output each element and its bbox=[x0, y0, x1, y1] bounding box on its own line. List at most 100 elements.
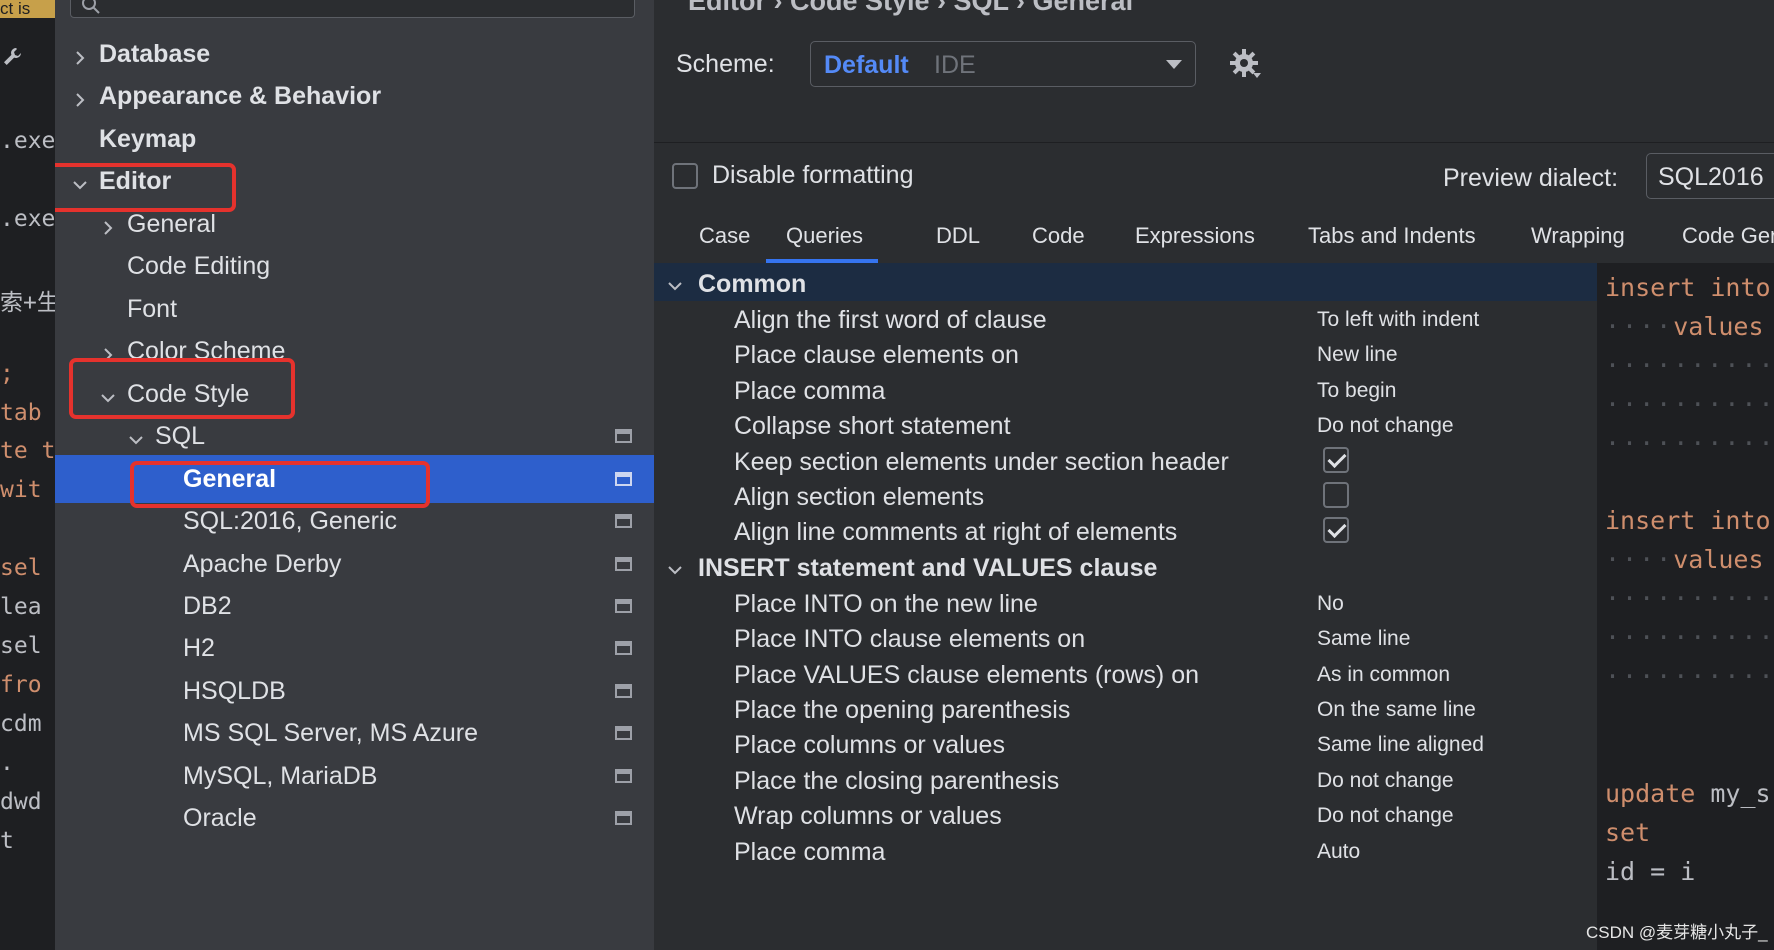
scheme-page-icon bbox=[615, 429, 632, 443]
editor-gutter-strip: ct is .exe .exe 索+生; tab te t wit sel lea s… bbox=[0, 0, 55, 950]
tree-item-general[interactable]: General bbox=[55, 455, 654, 503]
disable-formatting-label: Disable formatting bbox=[712, 161, 914, 189]
preview-code-line: update my_s bbox=[1605, 779, 1771, 808]
tree-item-label: Appearance & Behavior bbox=[99, 81, 382, 110]
indent-whitespace: ·········· bbox=[1605, 429, 1774, 458]
option-row: Place comma To begin bbox=[654, 370, 1597, 410]
tree-item-keymap[interactable]: Keymap bbox=[55, 115, 654, 163]
tab-queries[interactable]: Queries bbox=[786, 223, 863, 249]
scheme-page-icon bbox=[615, 557, 632, 571]
tree-item-general[interactable]: General bbox=[55, 200, 654, 248]
option-row: Place INTO clause elements on Same line bbox=[654, 618, 1597, 658]
option-value-dropdown[interactable]: Do not change bbox=[1317, 414, 1454, 438]
editor-code-fragment: lea bbox=[0, 594, 42, 620]
section-title: Common bbox=[698, 270, 807, 298]
scheme-dropdown[interactable]: Default IDE bbox=[810, 41, 1196, 87]
section-title: INSERT statement and VALUES clause bbox=[698, 553, 1158, 582]
tab-tabs-and-indents[interactable]: Tabs and Indents bbox=[1308, 223, 1476, 249]
disable-formatting-option[interactable]: Disable formatting bbox=[672, 161, 913, 190]
preview-code-line: ··········( bbox=[1605, 390, 1774, 419]
option-value-dropdown[interactable]: New line bbox=[1317, 343, 1398, 367]
section-header[interactable]: INSERT statement and VALUES clause bbox=[654, 547, 1597, 585]
option-name: Place comma bbox=[734, 837, 886, 866]
option-value-dropdown[interactable]: Same line aligned bbox=[1317, 733, 1484, 757]
tab-expressions[interactable]: Expressions bbox=[1135, 223, 1255, 249]
tree-item-color-scheme[interactable]: Color Scheme bbox=[55, 327, 654, 375]
chevron-right-icon[interactable] bbox=[71, 91, 89, 109]
option-checkbox[interactable] bbox=[1323, 446, 1349, 473]
scheme-scope: IDE bbox=[934, 51, 976, 79]
scheme-page-icon bbox=[615, 599, 632, 613]
option-name: Wrap columns or values bbox=[734, 802, 1002, 831]
option-value-dropdown[interactable]: As in common bbox=[1317, 663, 1450, 687]
option-value-dropdown[interactable]: On the same line bbox=[1317, 698, 1476, 722]
chevron-down-icon[interactable] bbox=[71, 176, 89, 194]
sql-keyword: values bbox=[1673, 312, 1764, 341]
sql-keyword: insert into bbox=[1605, 506, 1771, 535]
tree-item-editor[interactable]: Editor bbox=[55, 157, 654, 205]
editor-code-fragment: 索+生 bbox=[0, 290, 55, 316]
chevron-right-icon[interactable] bbox=[71, 49, 89, 67]
chevron-down-icon[interactable] bbox=[99, 389, 117, 407]
preview-dialect-dropdown[interactable]: SQL2016 bbox=[1646, 153, 1774, 199]
wrench-icon[interactable] bbox=[2, 46, 22, 70]
sql-keyword: insert into bbox=[1605, 273, 1771, 302]
tree-item-mysql-mariadb[interactable]: MySQL, MariaDB bbox=[55, 752, 654, 800]
chevron-right-icon[interactable] bbox=[99, 346, 117, 364]
tab-wrapping[interactable]: Wrapping bbox=[1531, 223, 1625, 249]
preview-code-line: ··········( bbox=[1605, 351, 1774, 380]
tree-item-ms-sql-server-ms-azure[interactable]: MS SQL Server, MS Azure bbox=[55, 709, 654, 757]
option-name: Align line comments at right of elements bbox=[734, 518, 1178, 547]
option-row: Place INTO on the new line No bbox=[654, 583, 1597, 623]
option-value-dropdown[interactable]: No bbox=[1317, 592, 1344, 616]
tree-item-code-editing[interactable]: Code Editing bbox=[55, 242, 654, 290]
tab-ddl[interactable]: DDL bbox=[936, 223, 980, 249]
tab-code-gen[interactable]: Code Gen bbox=[1682, 223, 1774, 249]
tree-item-database[interactable]: Database bbox=[55, 30, 654, 78]
option-value-dropdown[interactable]: Do not change bbox=[1317, 804, 1454, 828]
option-checkbox[interactable] bbox=[1323, 482, 1349, 508]
scheme-page-icon bbox=[615, 726, 632, 740]
chevron-right-icon[interactable] bbox=[99, 219, 117, 237]
tree-item-code-style[interactable]: Code Style bbox=[55, 370, 654, 418]
tree-item-db2[interactable]: DB2 bbox=[55, 582, 654, 630]
option-value-dropdown[interactable]: Same line bbox=[1317, 627, 1410, 651]
sql-identifier: my_s bbox=[1695, 779, 1771, 808]
editor-code-fragment: .exe bbox=[0, 128, 55, 154]
option-name: Place INTO clause elements on bbox=[734, 625, 1086, 654]
tree-item-oracle[interactable]: Oracle bbox=[55, 794, 654, 842]
tree-item-appearance-behavior[interactable]: Appearance & Behavior bbox=[55, 72, 654, 120]
chevron-down-icon[interactable] bbox=[666, 561, 684, 579]
tab-case[interactable]: Case bbox=[699, 223, 750, 249]
tree-item-apache-derby[interactable]: Apache Derby bbox=[55, 540, 654, 588]
options-list: Common Align the first word of clause To l… bbox=[654, 263, 1597, 950]
tree-item-label: Color Scheme bbox=[127, 336, 286, 365]
disable-formatting-checkbox[interactable] bbox=[672, 162, 698, 189]
editor-code-fragment: cdm bbox=[0, 711, 42, 737]
preview-code-line: ····values bbox=[1605, 545, 1764, 574]
option-name: Place columns or values bbox=[734, 731, 1005, 760]
scheme-page-icon bbox=[615, 684, 632, 698]
tree-item-h2[interactable]: H2 bbox=[55, 624, 654, 672]
option-value-dropdown[interactable]: To left with indent bbox=[1317, 308, 1479, 332]
preview-code-line: ····values bbox=[1605, 312, 1764, 341]
gear-icon[interactable] bbox=[1227, 46, 1267, 86]
section-header[interactable]: Common bbox=[654, 263, 1597, 301]
option-value-dropdown[interactable]: Do not change bbox=[1317, 769, 1454, 793]
chevron-down-icon[interactable] bbox=[666, 277, 684, 295]
chevron-down-icon[interactable] bbox=[127, 431, 145, 449]
option-value-dropdown[interactable]: Auto bbox=[1317, 840, 1360, 864]
option-value-dropdown[interactable]: To begin bbox=[1317, 379, 1396, 403]
tab-code[interactable]: Code bbox=[1032, 223, 1085, 249]
option-checkbox[interactable] bbox=[1323, 517, 1349, 544]
tree-item-font[interactable]: Font bbox=[55, 285, 654, 333]
option-row: Place VALUES clause elements (rows) on As… bbox=[654, 654, 1597, 694]
tree-item-sql-2016-generic[interactable]: SQL:2016, Generic bbox=[55, 497, 654, 545]
option-name: Collapse short statement bbox=[734, 412, 1011, 441]
tree-item-label: General bbox=[127, 209, 216, 238]
tree-item-hsqldb[interactable]: HSQLDB bbox=[55, 667, 654, 715]
settings-search-input[interactable] bbox=[70, 0, 635, 18]
option-row: Place comma Auto bbox=[654, 831, 1597, 871]
scheme-label: Scheme: bbox=[676, 50, 775, 78]
tree-item-sql[interactable]: SQL bbox=[55, 412, 654, 460]
